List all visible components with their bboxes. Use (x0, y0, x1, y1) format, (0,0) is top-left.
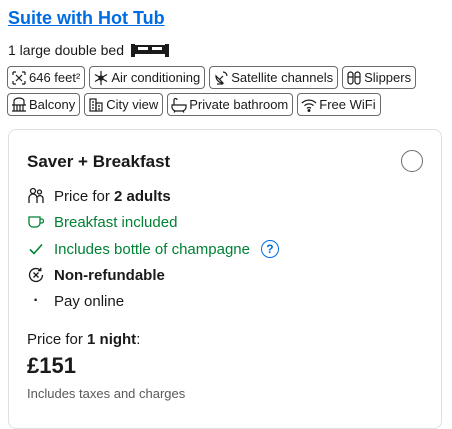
non-refundable-icon (28, 267, 44, 283)
offer-card: Saver + Breakfast Price for 2 adults Bre… (8, 129, 442, 429)
facility-city-view: City view (84, 93, 164, 116)
bullet-icon: · (33, 292, 39, 309)
refund-text: Non-refundable (54, 266, 165, 284)
coffee-cup-icon (28, 216, 45, 228)
bath-icon (171, 97, 187, 113)
occupancy-row: Price for 2 adults (27, 187, 171, 205)
breakfast-row: Breakfast included (27, 213, 177, 231)
facility-floor-area: 646 feet² (7, 66, 86, 89)
payment-text: Pay online (54, 292, 125, 310)
bed-info: 1 large double bed (8, 42, 170, 58)
snowflake-icon (95, 70, 108, 85)
floor-area-icon (12, 70, 26, 85)
facility-label: Private bathroom (189, 97, 289, 112)
facility-label: Air conditioning (111, 70, 201, 85)
price-for-nights: Price for 1 night: (27, 331, 141, 348)
champagne-row: Includes bottle of champagne ? (27, 240, 279, 258)
refund-row: Non-refundable (27, 266, 165, 284)
balcony-icon (12, 96, 26, 112)
facility-label: Free WiFi (319, 97, 376, 112)
slippers-icon (347, 70, 361, 85)
facility-label: Slippers (364, 70, 412, 85)
breakfast-text: Breakfast included (54, 213, 178, 231)
satellite-dish-icon (215, 70, 228, 85)
facilities-list: 646 feet² Air conditioning Satellite cha… (7, 66, 447, 116)
double-bed-icon (131, 44, 169, 57)
city-icon (89, 97, 103, 112)
payment-row: · Pay online (27, 292, 124, 310)
facility-label: 646 feet² (29, 70, 81, 85)
taxes-note: Includes taxes and charges (27, 386, 186, 401)
occupancy-text: Price for 2 adults (54, 187, 171, 205)
facility-free-wifi: Free WiFi (297, 93, 381, 116)
bed-label: 1 large double bed (8, 42, 124, 58)
facility-label: City view (106, 97, 159, 112)
help-icon[interactable]: ? (260, 240, 279, 258)
people-icon (28, 187, 44, 203)
champagne-text: Includes bottle of champagne (54, 240, 250, 258)
facility-label: Satellite channels (231, 70, 334, 85)
select-offer-radio[interactable] (401, 150, 423, 172)
checkmark-icon (29, 243, 43, 255)
facility-balcony: Balcony (7, 93, 81, 116)
facility-private-bathroom: Private bathroom (167, 93, 294, 116)
facility-air-conditioning: Air conditioning (89, 66, 206, 89)
facility-slippers: Slippers (342, 66, 417, 89)
facility-label: Balcony (29, 97, 76, 112)
facility-satellite: Satellite channels (209, 66, 339, 89)
room-title-link[interactable]: Suite with Hot Tub (8, 8, 165, 29)
offer-title: Saver + Breakfast (27, 152, 171, 171)
price-value: £151 (27, 353, 76, 378)
wifi-icon (301, 98, 317, 112)
